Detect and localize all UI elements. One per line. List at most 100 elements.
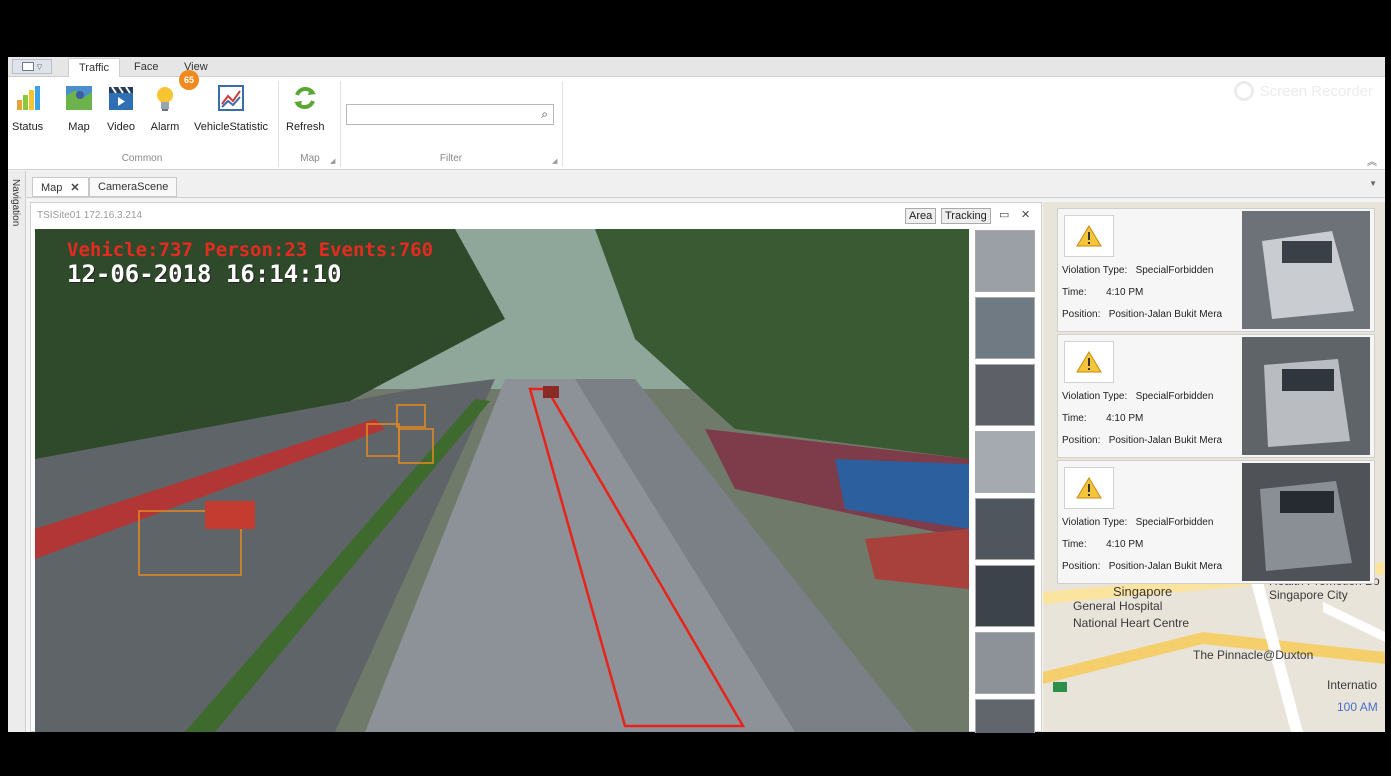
refresh-button[interactable]: Refresh — [286, 83, 325, 139]
time-row: Time: 4:10 PM — [1062, 413, 1143, 424]
screen-recorder-watermark: Screen Recorder — [1233, 81, 1373, 101]
snapshot-thumbnail[interactable] — [975, 297, 1035, 359]
video-button[interactable]: Video — [106, 83, 136, 139]
snapshot-thumbnail[interactable] — [975, 230, 1035, 292]
position-row: Position: Position-Jalan Bukit Mera — [1062, 435, 1222, 446]
navigation-label: Navigation — [10, 179, 21, 227]
recorder-logo-icon — [1233, 81, 1254, 101]
violation-type-row: Violation Type: SpecialForbidden — [1062, 391, 1213, 402]
violation-event-card[interactable]: Violation Type: SpecialForbidden Time: 4… — [1057, 460, 1375, 584]
position-value: Position-Jalan Bukit Mera — [1108, 561, 1223, 572]
app-menu-button[interactable]: ▽ — [12, 59, 52, 74]
group-separator — [278, 81, 279, 167]
maximize-icon[interactable]: ▭ — [999, 208, 1009, 221]
detection-counts-overlay: Vehicle:737 Person:23 Events:760 — [67, 239, 434, 261]
map-button-label: Map — [68, 121, 90, 133]
snapshot-thumbnail[interactable] — [975, 565, 1035, 627]
snapshot-thumbnail[interactable] — [975, 498, 1035, 560]
navigation-pane[interactable]: Navigation — [8, 171, 26, 732]
time-value: 4:10 PM — [1106, 287, 1144, 298]
area-button[interactable]: Area — [905, 208, 937, 224]
violation-type-label: Violation Type: — [1062, 265, 1128, 276]
map-label-pinnacle: The Pinnacle@Duxton — [1193, 648, 1314, 662]
doc-tab-camera-scene[interactable]: CameraScene — [89, 177, 178, 197]
tab-traffic[interactable]: Traffic — [68, 58, 120, 77]
violation-type-row: Violation Type: SpecialForbidden — [1062, 265, 1213, 276]
snapshot-thumbnail[interactable] — [975, 431, 1035, 493]
alarm-button-label: Alarm — [150, 121, 180, 133]
vehicle-snapshot-image[interactable] — [1242, 337, 1370, 455]
time-row: Time: 4:10 PM — [1062, 287, 1143, 298]
group-expand-icon[interactable]: ◢ — [330, 157, 335, 165]
group-label-common: Common — [121, 153, 163, 164]
vehicle-statistic-button[interactable]: VehicleStatistic — [194, 83, 268, 139]
time-value: 4:10 PM — [1106, 413, 1144, 424]
ribbon-toolbar: Status Map Video Alarm VehicleStatistic — [8, 77, 1385, 170]
violation-type-row: Violation Type: SpecialForbidden — [1062, 517, 1213, 528]
refresh-button-label: Refresh — [286, 121, 325, 133]
violation-type-value: SpecialForbidden — [1135, 391, 1214, 402]
video-timestamp-overlay: 12-06-2018 16:14:10 — [67, 260, 342, 288]
bar-chart-icon — [13, 83, 43, 113]
traffic-app-window: ▽ Traffic Face View 65 Status Map Video — [8, 57, 1385, 733]
lightbulb-icon — [150, 83, 180, 113]
tab-list-dropdown-icon[interactable]: ▼ — [1369, 179, 1377, 188]
vehicle-snapshot-image[interactable] — [1242, 463, 1370, 581]
map-icon — [64, 83, 94, 113]
violation-type-value: SpecialForbidden — [1135, 265, 1214, 276]
time-label: Time: — [1062, 413, 1087, 424]
group-separator — [340, 81, 341, 167]
position-value: Position-Jalan Bukit Mera — [1108, 309, 1223, 320]
filter-search-input[interactable]: ⌕ — [346, 104, 554, 125]
road-scene-image — [35, 229, 969, 732]
map-label-singapore: Singapore — [1113, 584, 1173, 599]
tracking-button[interactable]: Tracking — [941, 208, 991, 224]
position-label: Position: — [1062, 561, 1101, 572]
alarm-button[interactable]: Alarm — [150, 83, 180, 139]
doc-tab-map-label: Map — [41, 182, 63, 194]
snapshot-thumbnail[interactable] — [975, 364, 1035, 426]
doc-tab-map[interactable]: Map ✕ — [32, 177, 89, 197]
position-label: Position: — [1062, 309, 1101, 320]
close-icon[interactable]: ✕ — [1021, 208, 1030, 221]
watermark-text: Screen Recorder — [1259, 82, 1373, 100]
events-map-panel[interactable]: Singapore General Hospital National Hear… — [1043, 202, 1385, 732]
status-button[interactable]: Status — [12, 83, 43, 139]
refresh-icon — [290, 83, 320, 113]
snapshot-thumbnail[interactable] — [975, 699, 1035, 733]
camera-panel-header: TSISite01 172.16.3.214 Area Tracking ▭ ✕ — [31, 203, 1041, 227]
violation-event-card[interactable]: Violation Type: SpecialForbidden Time: 4… — [1057, 334, 1375, 458]
map-button[interactable]: Map — [64, 83, 94, 139]
video-button-label: Video — [107, 121, 135, 133]
violation-type-label: Violation Type: — [1062, 391, 1128, 402]
status-button-label: Status — [12, 121, 44, 133]
warning-icon — [1064, 341, 1114, 383]
tab-face[interactable]: Face — [124, 58, 168, 77]
document-tab-bar: Map ✕ CameraScene ▼ — [26, 171, 1385, 198]
close-icon[interactable]: ✕ — [70, 182, 79, 194]
group-label-filter: Filter — [439, 153, 463, 164]
group-expand-icon[interactable]: ◢ — [552, 157, 557, 165]
doc-tab-camera-scene-label: CameraScene — [98, 181, 169, 193]
map-label-100am: 100 AM — [1337, 700, 1378, 714]
position-row: Position: Position-Jalan Bukit Mera — [1062, 561, 1222, 572]
ribbon-tab-bar: ▽ Traffic Face View — [8, 57, 1385, 77]
camera-title: TSISite01 172.16.3.214 — [37, 210, 143, 221]
vehicle-statistic-button-label: VehicleStatistic — [194, 121, 268, 133]
violation-event-card[interactable]: Violation Type: SpecialForbidden Time: 4… — [1057, 208, 1375, 332]
snapshot-thumbnail-strip — [973, 230, 1037, 733]
time-value: 4:10 PM — [1106, 539, 1144, 550]
snapshot-thumbnail[interactable] — [975, 632, 1035, 694]
chevron-down-icon: ▽ — [36, 63, 43, 71]
map-label-general-hospital: General Hospital — [1073, 599, 1163, 613]
collapse-ribbon-icon[interactable]: ︽ — [1367, 153, 1377, 168]
live-video-feed[interactable]: Vehicle:737 Person:23 Events:760 12-06-2… — [35, 229, 969, 732]
position-row: Position: Position-Jalan Bukit Mera — [1062, 309, 1222, 320]
violation-type-label: Violation Type: — [1062, 517, 1128, 528]
violation-type-value: SpecialForbidden — [1135, 517, 1214, 528]
vehicle-snapshot-image[interactable] — [1242, 211, 1370, 329]
search-icon: ⌕ — [541, 107, 548, 121]
map-label-national-heart: National Heart Centre — [1073, 616, 1190, 630]
clapperboard-icon — [106, 83, 136, 113]
map-label-internatio: Internatio — [1327, 678, 1378, 692]
